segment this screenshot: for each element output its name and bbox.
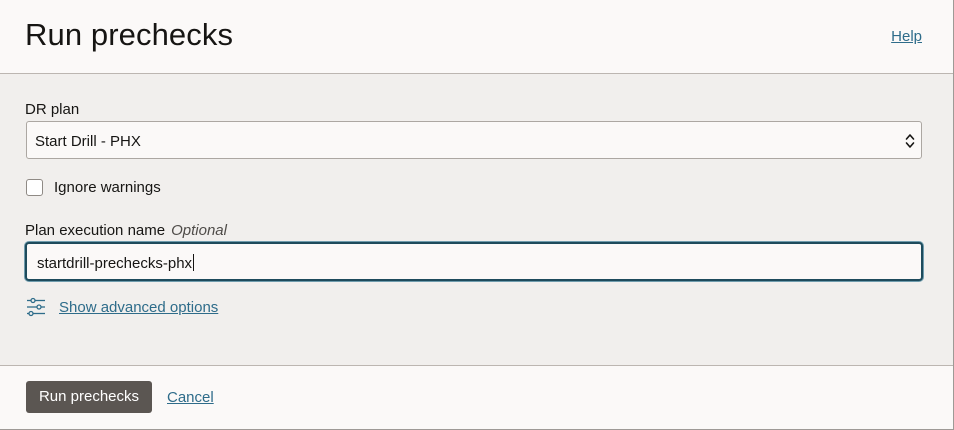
plan-execution-name-label: Plan execution name Optional <box>25 222 227 239</box>
help-link[interactable]: Help <box>891 28 922 45</box>
ignore-warnings-checkbox[interactable] <box>26 179 43 196</box>
plan-execution-name-label-text: Plan execution name <box>25 222 166 239</box>
run-prechecks-panel: Run prechecks Help DR plan Start Drill -… <box>0 0 954 430</box>
show-advanced-options-link[interactable]: Show advanced options <box>59 299 218 316</box>
text-caret <box>193 254 195 271</box>
run-prechecks-button[interactable]: Run prechecks <box>26 381 152 413</box>
plan-execution-name-value: startdrill-prechecks-phx <box>37 255 193 272</box>
dr-plan-label: DR plan <box>25 101 80 118</box>
page-title: Run prechecks <box>25 17 234 52</box>
cancel-link[interactable]: Cancel <box>167 389 214 406</box>
dr-plan-select[interactable]: Start Drill - PHX <box>26 121 922 159</box>
ignore-warnings-label: Ignore warnings <box>54 179 161 196</box>
optional-hint: Optional <box>171 222 227 239</box>
select-arrows-icon <box>905 134 915 148</box>
panel-footer: Run prechecks Cancel <box>0 365 953 429</box>
panel-body: DR plan Start Drill - PHX Ignore warning… <box>0 74 953 365</box>
panel-header: Run prechecks Help <box>0 0 953 74</box>
plan-execution-name-input[interactable]: startdrill-prechecks-phx <box>25 242 923 281</box>
sliders-icon[interactable] <box>26 297 46 317</box>
dr-plan-selected-value: Start Drill - PHX <box>35 133 141 150</box>
